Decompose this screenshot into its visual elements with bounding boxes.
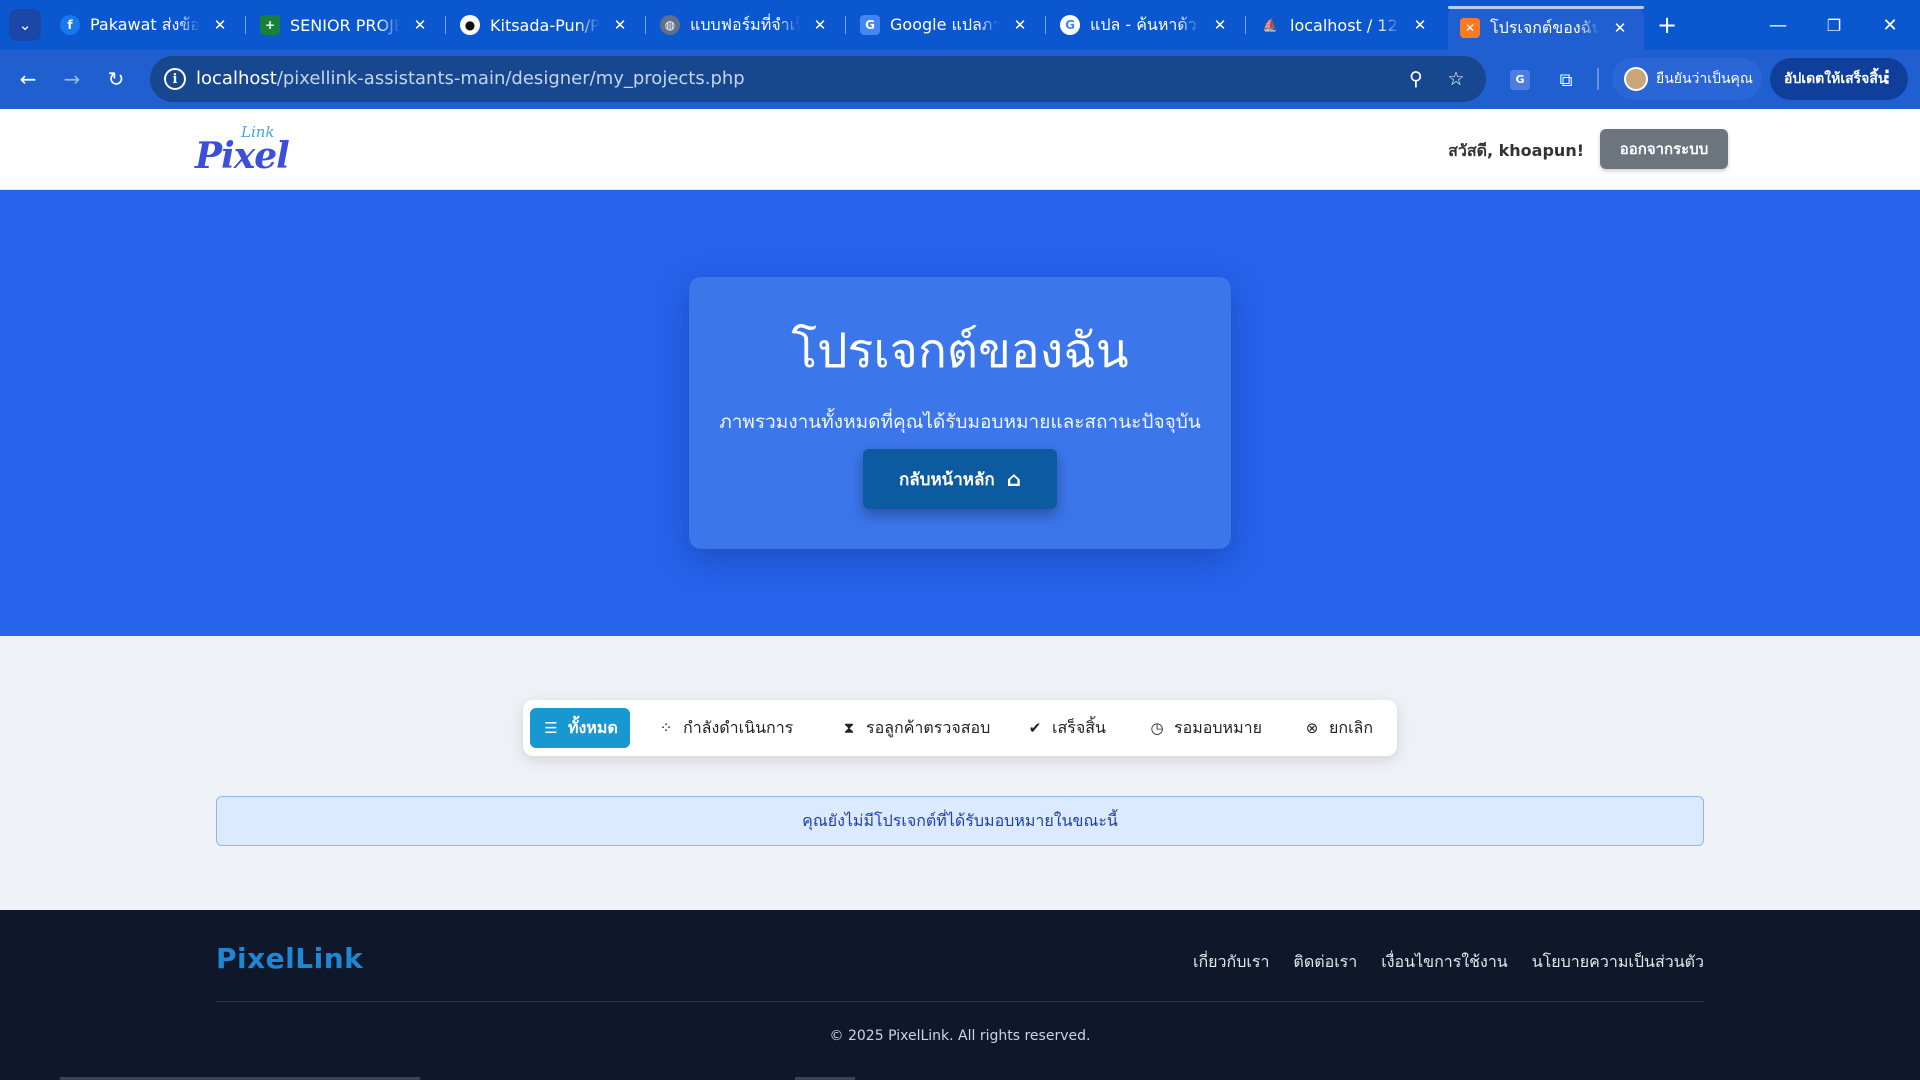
spinner-icon: ⁘ [659, 719, 673, 737]
hero-section: โปรเจกต์ของฉัน ภาพรวมงานทั้งหมดที่คุณได้… [0, 190, 1920, 636]
google-translate-extension-icon[interactable]: G [1506, 66, 1534, 94]
browser-tab[interactable]: G แปล - ค้นหาด้วย Google ✕ [1048, 7, 1238, 43]
globe-icon: ◍ [660, 15, 680, 35]
filter-cancelled-button[interactable]: ⊗ ยกเลิก [1291, 708, 1385, 748]
browser-tab[interactable]: f Pakawat ส่งข้อความ ✕ [48, 7, 238, 43]
logout-button[interactable]: ออกจากระบบ [1600, 129, 1728, 169]
tab-close-icon[interactable]: ✕ [412, 16, 428, 34]
tab-title: localhost / 127.0.0.1 [1290, 15, 1400, 35]
update-label: อัปเดตให้เสร็จสิ้น [1784, 71, 1888, 87]
filter-in-progress-button[interactable]: ⁘ กำลังดำเนินการ [645, 708, 805, 748]
list-icon: ☰ [544, 719, 558, 737]
page-subtitle: ภาพรวมงานทั้งหมดที่คุณได้รับมอบหมายและสถ… [719, 411, 1201, 433]
forward-arrow-icon[interactable]: → [54, 61, 90, 97]
x-circle-icon: ⊗ [1305, 719, 1319, 737]
tab-search-chevron-icon[interactable]: ⌄ [9, 9, 41, 41]
profile-button[interactable]: ยืนยันว่าเป็นคุณ [1612, 58, 1762, 100]
github-icon: ● [460, 15, 480, 35]
translate-icon: G [860, 15, 880, 35]
footer-link-contact[interactable]: ติดต่อเรา [1293, 950, 1357, 975]
footer-link-terms[interactable]: เงื่อนไขการใช้งาน [1381, 950, 1507, 975]
hourglass-icon: ⧗ [843, 719, 855, 737]
browser-tab[interactable]: + SENIOR PROJECT ✕ [248, 7, 438, 43]
tab-close-icon[interactable]: ✕ [1412, 16, 1428, 34]
check-circle-icon: ✔ [1028, 719, 1042, 737]
profile-label: ยืนยันว่าเป็นคุณ [1656, 71, 1753, 87]
bookmark-star-icon[interactable]: ☆ [1444, 67, 1468, 91]
more-menu-icon[interactable]: ⋮ [1878, 67, 1896, 88]
tab-close-icon[interactable]: ✕ [1012, 16, 1028, 34]
filter-awaiting-assignment-button[interactable]: ◷ รอมอบหมาย [1136, 708, 1274, 748]
tab-close-icon[interactable]: ✕ [1612, 19, 1628, 37]
page-title: โปรเจกต์ของฉัน [791, 323, 1129, 379]
site-info-icon[interactable]: i [164, 68, 186, 90]
footer-divider [216, 1001, 1704, 1002]
logo-main-text: Pixel [195, 135, 290, 177]
browser-tab[interactable]: ⛵ localhost / 127.0.0.1 ✕ [1248, 7, 1438, 43]
pixellink-logo[interactable]: Link Pixel [195, 123, 290, 177]
site-footer: PixelLink เกี่ยวกับเรา ติดต่อเรา เงื่อนไ… [0, 910, 1920, 1080]
tab-close-icon[interactable]: ✕ [1212, 16, 1228, 34]
reload-icon[interactable]: ↻ [98, 61, 134, 97]
back-home-button[interactable]: กลับหน้าหลัก ⌂ [863, 449, 1057, 509]
zoom-icon[interactable]: ⚲ [1404, 67, 1428, 91]
back-arrow-icon[interactable]: ← [10, 61, 46, 97]
tab-title: โปรเจกต์ของฉัน | Designer [1490, 17, 1600, 37]
tab-close-icon[interactable]: ✕ [612, 16, 628, 34]
home-icon: ⌂ [1006, 467, 1022, 491]
tab-close-icon[interactable]: ✕ [812, 16, 828, 34]
sheets-icon: + [260, 15, 280, 35]
google-icon: G [1060, 15, 1080, 35]
facebook-icon: f [60, 15, 80, 35]
site-header: Link Pixel สวัสดี, khoapun! ออกจากระบบ [0, 109, 1920, 190]
close-window-icon[interactable]: ✕ [1862, 0, 1918, 50]
user-greeting: สวัสดี, khoapun! [1448, 141, 1584, 160]
back-home-label: กลับหน้าหลัก [898, 469, 995, 490]
extensions-puzzle-icon[interactable]: ⧉ [1552, 66, 1580, 94]
browser-tab[interactable]: G Google แปลภาษา ✕ [848, 7, 1038, 43]
status-filter-bar: ☰ ทั้งหมด ⁘ กำลังดำเนินการ ⧗ รอลูกค้าตรว… [523, 700, 1397, 756]
empty-projects-alert: คุณยังไม่มีโปรเจกต์ที่ได้รับมอบหมายในขณะ… [216, 796, 1704, 846]
tab-title: แปล - ค้นหาด้วย Google [1090, 14, 1200, 34]
tab-title: แบบฟอร์มที่จำเป็นสำหรับ [690, 14, 800, 34]
xampp-icon: ✕ [1460, 18, 1480, 38]
footer-link-about[interactable]: เกี่ยวกับเรา [1193, 950, 1269, 975]
clock-icon: ◷ [1150, 719, 1164, 737]
browser-tab[interactable]: ● Kitsada-Pun/Project ✕ [448, 7, 638, 43]
tab-close-icon[interactable]: ✕ [212, 16, 228, 34]
copyright-text: © 2025 PixelLink. All rights reserved. [829, 1028, 1091, 1044]
filter-all-button[interactable]: ☰ ทั้งหมด [530, 708, 630, 748]
hero-card: โปรเจกต์ของฉัน ภาพรวมงานทั้งหมดที่คุณได้… [689, 277, 1231, 549]
restore-window-icon[interactable]: ❐ [1806, 0, 1862, 50]
filter-completed-button[interactable]: ✔ เสร็จสิ้น [1014, 708, 1118, 748]
new-tab-plus-icon[interactable]: + [1652, 10, 1682, 40]
browser-tab[interactable]: ◍ แบบฟอร์มที่จำเป็นสำหรับ ✕ [648, 7, 838, 43]
phpmyadmin-icon: ⛵ [1262, 18, 1278, 32]
avatar [1624, 67, 1648, 91]
address-bar[interactable]: i localhost/pixellink-assistants-main/de… [150, 56, 1486, 102]
footer-brand[interactable]: PixelLink [216, 942, 363, 975]
footer-link-privacy[interactable]: นโยบายความเป็นส่วนตัว [1532, 950, 1704, 975]
browser-tab-active[interactable]: ✕ โปรเจกต์ของฉัน | Designer ✕ [1448, 6, 1644, 50]
tab-title: Pakawat ส่งข้อความ [90, 14, 200, 34]
update-button[interactable]: อัปเดตให้เสร็จสิ้น ⋮ [1770, 58, 1908, 100]
tab-title: Google แปลภาษา [890, 14, 1000, 34]
filter-awaiting-review-button[interactable]: ⧗ รอลูกค้าตรวจสอบ [828, 708, 1002, 748]
minimize-icon[interactable]: — [1750, 0, 1806, 50]
url-text[interactable]: localhost/pixellink-assistants-main/desi… [196, 68, 745, 89]
tab-title: SENIOR PROJECT [290, 15, 400, 35]
browser-tab-strip: ⌄ f Pakawat ส่งข้อความ ✕ + SENIOR PROJEC… [0, 0, 1920, 50]
footer-links: เกี่ยวกับเรา ติดต่อเรา เงื่อนไขการใช้งาน… [1193, 950, 1704, 975]
tab-title: Kitsada-Pun/Project [490, 15, 600, 35]
